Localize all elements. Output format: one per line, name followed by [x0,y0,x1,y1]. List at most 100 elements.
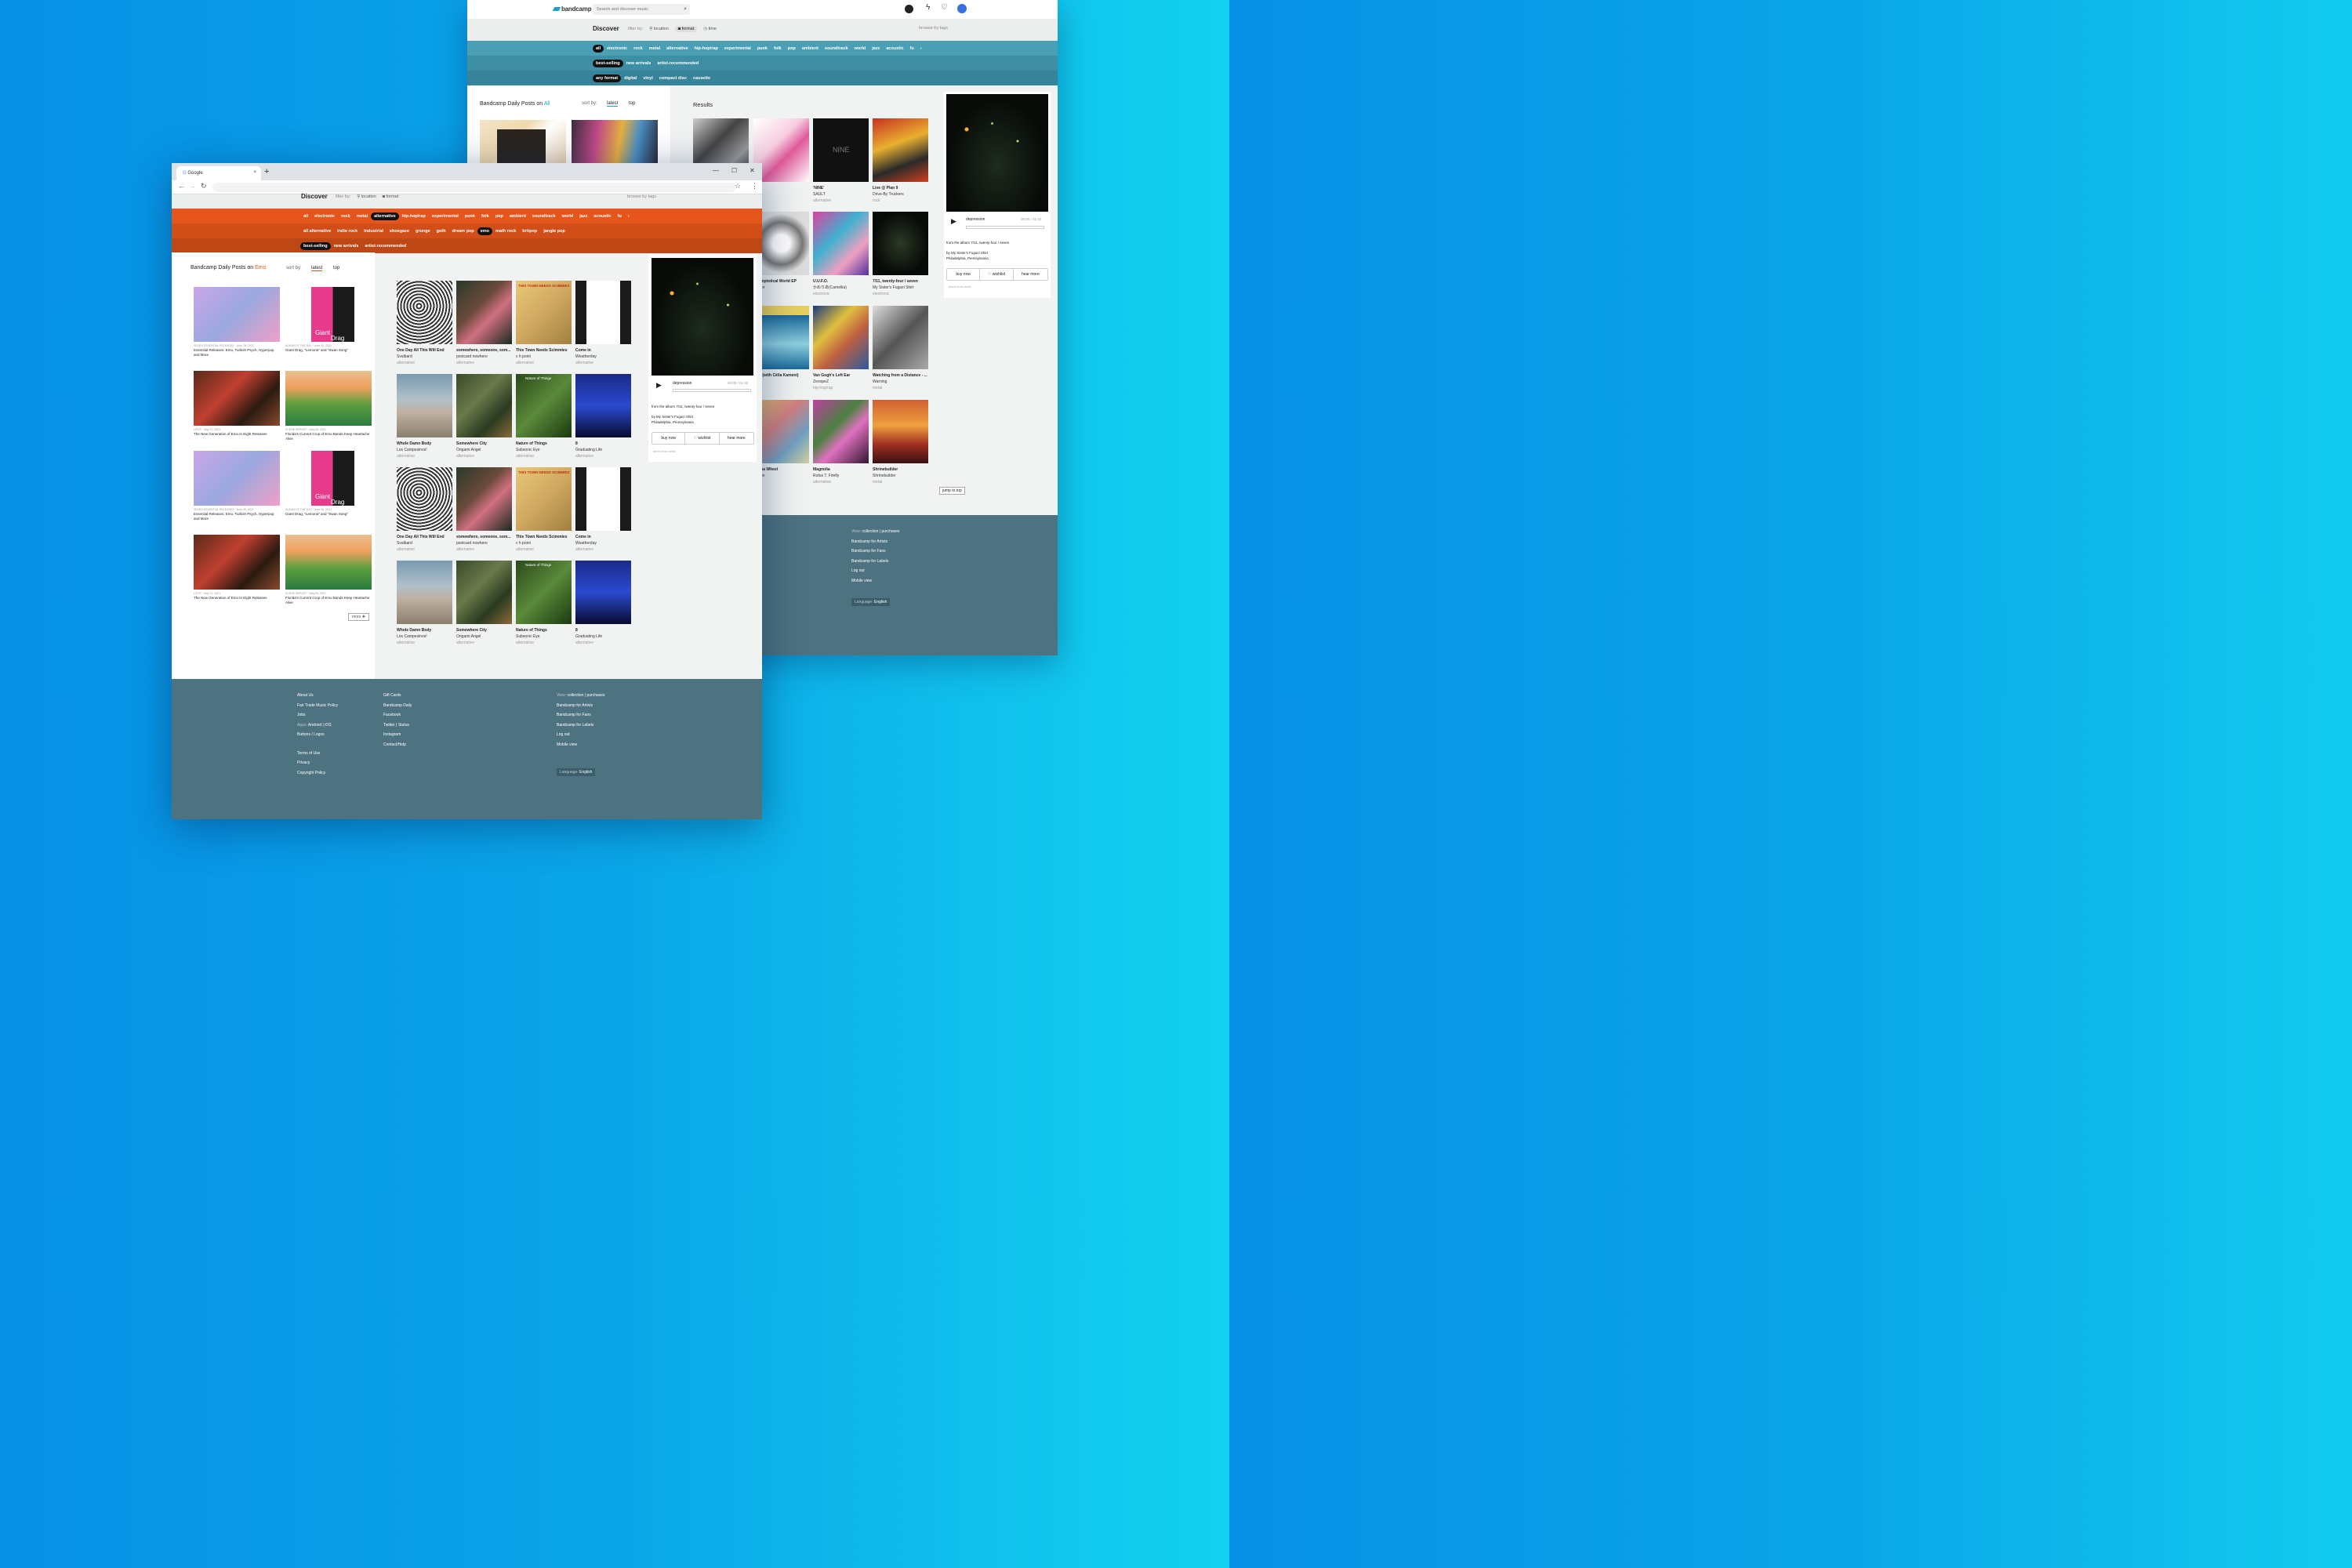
result-item[interactable]: 7/11, twenty-four / seven My Sister's Fug… [873,278,929,297]
tag-artist-recommended[interactable]: artist-recommended [654,60,702,67]
browser-tab[interactable]: G Google × [176,166,261,180]
footer-link[interactable]: Buttons / Logos [297,730,338,740]
hear-more-button[interactable]: hear more [720,433,753,444]
tag-rock[interactable]: rock [338,212,354,220]
tag-acoustic[interactable]: acoustic [883,45,906,53]
album-cover[interactable] [873,306,928,369]
language-select[interactable]: Language: English [851,598,891,606]
star-icon[interactable]: ☆ [735,182,741,191]
result-item[interactable]: 8 Graduating Life alternative [575,627,632,646]
tag-grunge[interactable]: grunge [412,227,434,235]
search-input[interactable]: Search and discover music ⌕ [593,4,690,15]
tag-hip-hop-rap[interactable]: hip-hop/rap [399,212,429,220]
album-cover[interactable] [575,281,631,344]
result-item[interactable]: 'NINE' SAULT alternative [813,185,869,204]
tag-soundtrack[interactable]: soundtrack [529,212,559,220]
footer-ios-link[interactable]: iOS [325,723,331,728]
sort-latest[interactable]: latest [311,266,323,271]
result-item[interactable]: Van Gogh's Left Ear ZeoopeZ hip-hop/rap [813,372,869,391]
progress-bar[interactable] [673,389,751,392]
tag-emo[interactable]: emo [477,227,492,235]
footer-link[interactable]: Bandcamp for Fans [557,710,605,720]
album-cover[interactable] [813,306,869,369]
play-icon[interactable]: ▶ [656,381,662,390]
tag-new-arrivals[interactable]: new arrivals [331,242,362,250]
album-cover[interactable]: NINE [813,118,869,182]
result-item[interactable]: Somewhere City Origami Angel alternative [456,441,513,459]
album-cover[interactable] [575,467,631,531]
tag-fu[interactable]: fu [615,212,625,220]
daily-post-image[interactable]: Giant Drag [285,287,372,342]
time-filter[interactable]: ◷ time [703,27,717,31]
album-cover[interactable] [575,561,631,624]
footer-status-link[interactable]: Status [398,723,409,728]
chevron-right-icon[interactable]: › [917,45,925,53]
daily-post-image[interactable] [480,120,566,164]
close-window-icon[interactable]: ✕ [750,167,755,174]
compass-icon[interactable] [905,5,913,13]
tag-jazz[interactable]: jazz [869,45,883,53]
tag-industrial[interactable]: industrial [361,227,387,235]
daily-post-image[interactable]: Giant Drag [285,451,372,506]
album-cover[interactable] [873,212,928,275]
footer-link[interactable]: Mobile view [851,576,900,586]
reload-icon[interactable]: ↻ [201,182,207,191]
tag-best-selling[interactable]: best-selling [300,242,331,250]
daily-post-caption[interactable]: LISTS · May 21, 2021 The New Generation o… [194,591,280,601]
tag-electronic[interactable]: electronic [604,45,630,53]
sort-latest[interactable]: latest [607,101,619,107]
tag-dream-pop[interactable]: dream pop [449,227,477,235]
hear-more-button[interactable]: hear more [1014,269,1047,280]
daily-post-caption[interactable]: ALBUM OF THE DAY · June 30, 2021 Giant Dr… [285,507,372,517]
album-cover[interactable]: Nature of Things [516,561,572,624]
album-cover[interactable] [813,400,869,463]
daily-post-caption[interactable]: LISTS · May 21, 2021 The New Generation o… [194,427,280,437]
album-cover[interactable]: Nature of Things [516,374,572,437]
album-cover[interactable] [456,467,512,531]
footer-purchases-link[interactable]: purchases [881,529,899,534]
tag-punk[interactable]: punk [462,212,478,220]
tag-britpop[interactable]: britpop [519,227,540,235]
minimize-icon[interactable]: — [713,167,719,174]
footer-link[interactable]: Bandcamp for Artists [851,537,900,547]
tag-alternative[interactable]: alternative [371,212,399,220]
address-bar[interactable] [212,183,736,192]
tag-soundtrack[interactable]: soundtrack [822,45,851,53]
album-cover[interactable] [873,400,928,463]
footer-link[interactable]: Log out [851,566,900,576]
language-select[interactable]: Language: English [557,768,596,776]
album-cover[interactable] [397,467,452,531]
result-item[interactable]: Shrinebuilder Shrinebuilder metal [873,466,929,485]
bandcamp-logo[interactable]: bandcamp [554,5,592,13]
tag-experimental[interactable]: experimental [721,45,754,53]
tag-jangle-pop[interactable]: jangle pop [540,227,568,235]
tag-jazz[interactable]: jazz [576,212,590,220]
footer-link[interactable]: Jobs [297,710,338,720]
footer-twitter-link[interactable]: Twitter [383,723,395,728]
heart-icon[interactable]: ♡ [941,3,948,12]
daily-post-image[interactable] [572,120,658,164]
footer-link[interactable]: Gift Cards [383,691,412,701]
result-item[interactable]: Magnolia Rufus T. Firefly alternative [813,466,869,485]
tag-punk[interactable]: punk [754,45,771,53]
footer-link[interactable]: Bandcamp for Artists [557,701,605,711]
artist-line[interactable]: by My Sister's Fugazi Shirt [652,415,693,419]
format-filter[interactable]: ◙ format [674,26,698,32]
result-item[interactable]: This Town Needs Scimmies c h point alterna… [516,534,572,553]
result-item[interactable]: somewhere, someone, som... postcard nowhe… [456,347,513,366]
album-cover[interactable] [456,374,512,437]
new-tab-icon[interactable]: + [264,167,269,176]
footer-link[interactable]: Copyright Policy [297,768,338,779]
tag-any-format[interactable]: any format [593,74,622,82]
tag-folk[interactable]: folk [478,212,492,220]
location-filter[interactable]: ⚲ location [357,194,376,199]
jump-to-top-button[interactable]: jump to top [939,487,965,495]
result-item[interactable]: This Town Needs Scimmies c h point alterna… [516,347,572,366]
artist-line[interactable]: by My Sister's Fugazi Shirt [946,251,988,255]
result-item[interactable]: Nature of Things Subsonic Eye alternative [516,627,572,646]
album-cover[interactable] [813,212,869,275]
footer-link[interactable]: About Us [297,691,338,701]
tag-artist-recommended[interactable]: artist-recommended [361,242,409,250]
footer-link[interactable]: Terms of Use [297,749,338,759]
album-cover[interactable] [575,374,631,437]
